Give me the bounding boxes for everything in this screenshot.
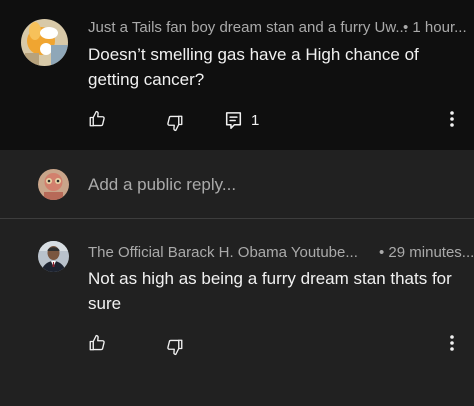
reply-text: Not as high as being a furry dream stan … bbox=[88, 269, 452, 313]
more-vert-icon bbox=[450, 111, 454, 127]
comment-icon bbox=[225, 112, 242, 129]
like-button[interactable] bbox=[88, 334, 106, 352]
more-options-button[interactable] bbox=[448, 334, 456, 357]
thumbs-down-icon bbox=[167, 115, 183, 132]
comment-timestamp: • 1 hour... bbox=[403, 19, 467, 36]
avatar[interactable] bbox=[21, 19, 68, 66]
like-button[interactable] bbox=[88, 110, 106, 128]
parent-comment: Just a Tails fan boy dream stan and a fu… bbox=[0, 0, 474, 150]
dislike-button[interactable] bbox=[166, 338, 184, 356]
reply-author[interactable]: The Official Barack H. Obama Youtube... bbox=[88, 244, 358, 261]
thumbs-up-icon bbox=[89, 110, 105, 127]
reply-comment: The Official Barack H. Obama Youtube... … bbox=[0, 219, 474, 406]
more-vert-icon bbox=[450, 335, 454, 351]
reply-input-bar: Add a public reply... bbox=[0, 150, 474, 219]
comment-text: Doesn’t smelling gas have a High chance … bbox=[88, 45, 419, 89]
reply-count: 1 bbox=[251, 112, 260, 129]
reply-timestamp: • 29 minutes... bbox=[379, 244, 474, 261]
comment-author[interactable]: Just a Tails fan boy dream stan and a fu… bbox=[88, 19, 408, 36]
avatar[interactable] bbox=[38, 241, 69, 272]
thumbs-down-icon bbox=[167, 339, 183, 356]
more-options-button[interactable] bbox=[448, 110, 456, 133]
avatar bbox=[38, 169, 69, 200]
reply-count-button[interactable]: 1 bbox=[225, 111, 259, 130]
reply-input[interactable]: Add a public reply... bbox=[88, 175, 236, 195]
thumbs-up-icon bbox=[89, 334, 105, 351]
dislike-button[interactable] bbox=[166, 114, 184, 132]
